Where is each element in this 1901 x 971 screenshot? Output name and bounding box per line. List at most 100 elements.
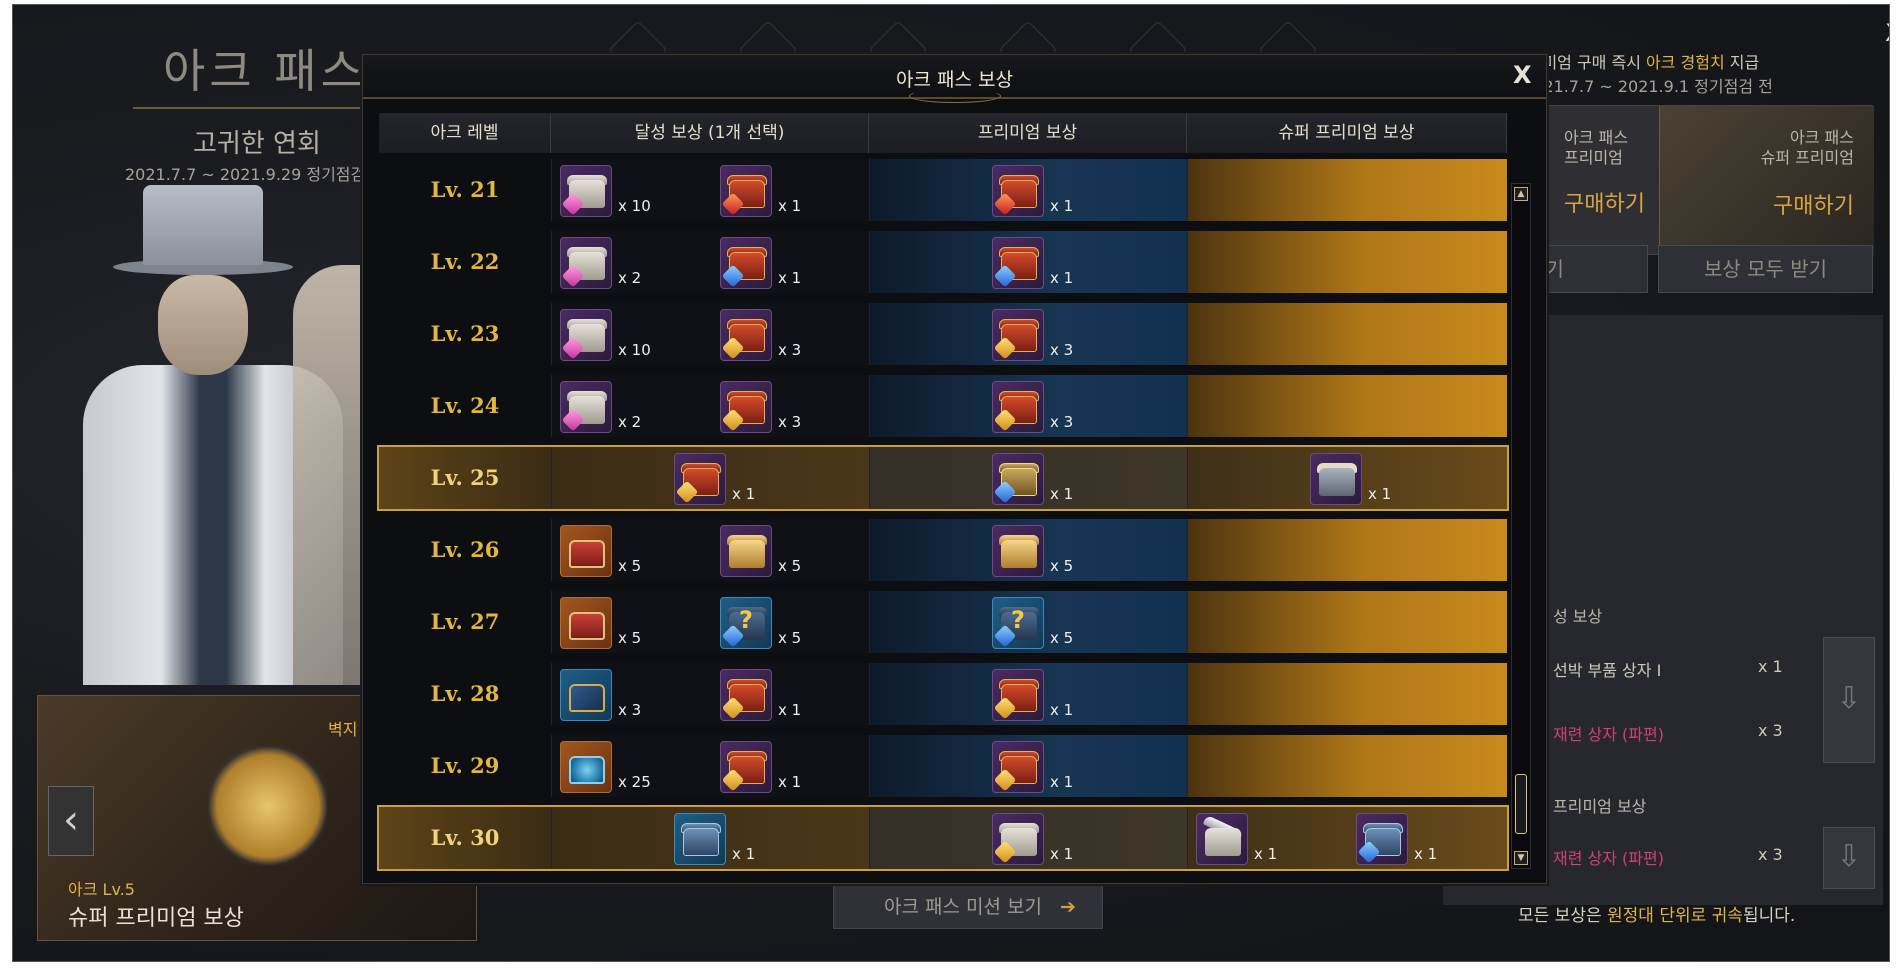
scroll-down-icon[interactable]: ▼ xyxy=(1514,851,1528,865)
table-row: Lv. 27 x 5? x 5? x 5 xyxy=(379,591,1507,653)
season-period: 2021.7.7 ~ 2021.9.29 정기점검 xyxy=(125,165,366,184)
level-cell: Lv. 26 xyxy=(379,519,551,581)
table-row: Lv. 22 x 2 x 1 x 1 xyxy=(379,231,1507,293)
blue-coin-icon xyxy=(560,741,612,793)
table-row: Lv. 24 x 2 x 3 x 3 xyxy=(379,375,1507,437)
close-icon[interactable]: X xyxy=(1513,61,1532,89)
reward-qty: x 1 xyxy=(778,269,802,287)
red-chest-red-gem-icon xyxy=(720,165,772,217)
character-face xyxy=(158,275,248,375)
level-label: Lv. 27 xyxy=(430,609,500,634)
super-premium-cell xyxy=(1187,519,1507,581)
premium-buy-button[interactable]: 구매하기 xyxy=(1564,186,1645,218)
level-label: Lv. 26 xyxy=(430,537,500,562)
level-cell: Lv. 21 xyxy=(379,159,551,221)
top-hat xyxy=(143,185,263,265)
level-label: Lv. 30 xyxy=(430,825,500,850)
red-chest-gold-gem-icon xyxy=(992,381,1044,433)
armor-chest-icon xyxy=(1310,453,1362,505)
prev-arrow-icon[interactable]: ‹ xyxy=(48,786,94,856)
reward-qty: x 3 xyxy=(1050,341,1074,359)
silver-chest-pink-gem-icon xyxy=(560,237,612,289)
table-row: Lv. 21 x 10 x 1 x 1 xyxy=(379,159,1507,221)
reward-qty: x 1 xyxy=(778,197,802,215)
arrow-right-icon: ➔ xyxy=(1059,896,1076,918)
level-cell: Lv. 25 xyxy=(379,447,551,509)
mystery-chest-icon: ? xyxy=(720,597,772,649)
scroll-up-icon[interactable]: ▲ xyxy=(1514,187,1528,201)
banner-tag: 벽지 xyxy=(328,720,358,739)
reward-qty: x 1 xyxy=(1050,845,1074,863)
scrollbar[interactable]: ▲ ▼ xyxy=(1511,183,1531,869)
super-premium-buy-button[interactable]: 구매하기 xyxy=(1773,188,1854,220)
reward-qty: x 10 xyxy=(618,197,651,215)
reward-qty: x 3 xyxy=(618,701,642,719)
blue-chest-icon xyxy=(674,813,726,865)
mission-button[interactable]: 아크 패스 미션 보기 ➔ xyxy=(833,885,1103,929)
level-label: Lv. 22 xyxy=(430,249,500,274)
reward-qty: x 1 xyxy=(1050,485,1074,503)
fancy-chest-blue-gem-icon xyxy=(992,453,1044,505)
reward-modal: 아크 패스 보상 X 아크 레벨 달성 보상 (1개 선택) 프리미엄 보상 슈… xyxy=(362,54,1547,884)
red-chest-blue-gem-icon xyxy=(992,237,1044,289)
table-row: Lv. 30 x 1 x 1 x 1 x 1 xyxy=(377,805,1509,871)
download-icon[interactable]: ⇩ xyxy=(1823,827,1875,889)
super-premium-cell xyxy=(1187,231,1507,293)
binding-note: 모든 보상은 원정대 단위로 귀속됩니다. xyxy=(1518,906,1796,926)
table-row: Lv. 26 x 5 x 5 x 5 xyxy=(379,519,1507,581)
silver-chest-pink-gem-icon xyxy=(560,309,612,361)
col-achieve: 달성 보상 (1개 선택) xyxy=(551,113,869,153)
achieve-cell: x 25 x 1 xyxy=(551,735,869,797)
red-chest-gold-gem-icon xyxy=(992,741,1044,793)
reward-qty: x 2 xyxy=(618,269,642,287)
card-icon xyxy=(560,669,612,721)
red-chest-gold-gem-icon xyxy=(992,309,1044,361)
col-premium: 프리미엄 보상 xyxy=(869,113,1187,153)
reward-qty: x 1 xyxy=(1254,845,1278,863)
level-cell: Lv. 22 xyxy=(379,231,551,293)
table-row: Lv. 28 x 3 x 1 x 1 xyxy=(379,663,1507,725)
premium-cell: x 1 xyxy=(869,447,1187,509)
reward-qty: x 5 xyxy=(1050,629,1074,647)
super-premium-purchase[interactable]: 아크 패스 슈퍼 프리미엄 구매하기 xyxy=(1659,106,1874,256)
claim-all-button[interactable]: 보상 모두 받기 xyxy=(1658,245,1873,293)
super-premium-cell xyxy=(1187,159,1507,221)
level-label: Lv. 29 xyxy=(430,753,500,778)
premium-cell: x 3 xyxy=(869,375,1187,437)
achieve-reward-section: 성 보상 xyxy=(1553,607,1603,626)
premium-cell: x 3 xyxy=(869,303,1187,365)
silver-chest-pink-gem-icon xyxy=(560,381,612,433)
gold-chest-icon xyxy=(720,525,772,577)
pass-title: 아크 패스 xyxy=(163,44,367,98)
achieve-cell: x 5? x 5 xyxy=(551,591,869,653)
level-cell: Lv. 24 xyxy=(379,375,551,437)
silver-chest-gold-gem-icon xyxy=(992,813,1044,865)
level-cell: Lv. 23 xyxy=(379,303,551,365)
super-premium-cell xyxy=(1187,591,1507,653)
super-premium-cell xyxy=(1187,303,1507,365)
premium-cell: ? x 5 xyxy=(869,591,1187,653)
table-row: Lv. 25 x 1 x 1 x 1 xyxy=(377,445,1509,511)
level-cell: Lv. 30 xyxy=(379,807,551,869)
reward-qty: x 5 xyxy=(618,629,642,647)
achieve-cell: x 10 x 1 xyxy=(551,159,869,221)
red-chest-red-gem-icon xyxy=(992,165,1044,217)
red-chest-gold-gem-icon xyxy=(720,309,772,361)
reward-qty: x 5 xyxy=(778,629,802,647)
modal-header: 아크 패스 보상 X xyxy=(363,55,1546,103)
close-icon[interactable]: X xyxy=(1885,19,1889,47)
scroll-thumb[interactable] xyxy=(1515,774,1527,834)
reward-qty: x 1 xyxy=(1050,773,1074,791)
reward-qty: x 1 xyxy=(1368,485,1392,503)
premium-cell: x 1 xyxy=(869,159,1187,221)
level-label: Lv. 23 xyxy=(430,321,500,346)
reward-qty: x 5 xyxy=(1050,557,1074,575)
level-label: Lv. 24 xyxy=(430,393,500,418)
premium-cell: x 1 xyxy=(869,663,1187,725)
sword-chest-icon xyxy=(1196,813,1248,865)
reward-qty: x 25 xyxy=(618,773,651,791)
download-icon[interactable]: ⇩ xyxy=(1823,637,1875,763)
red-chest-gold-gem-icon xyxy=(674,453,726,505)
level-cell: Lv. 29 xyxy=(379,735,551,797)
super-premium-title: 아크 패스 슈퍼 프리미엄 xyxy=(1760,128,1854,167)
